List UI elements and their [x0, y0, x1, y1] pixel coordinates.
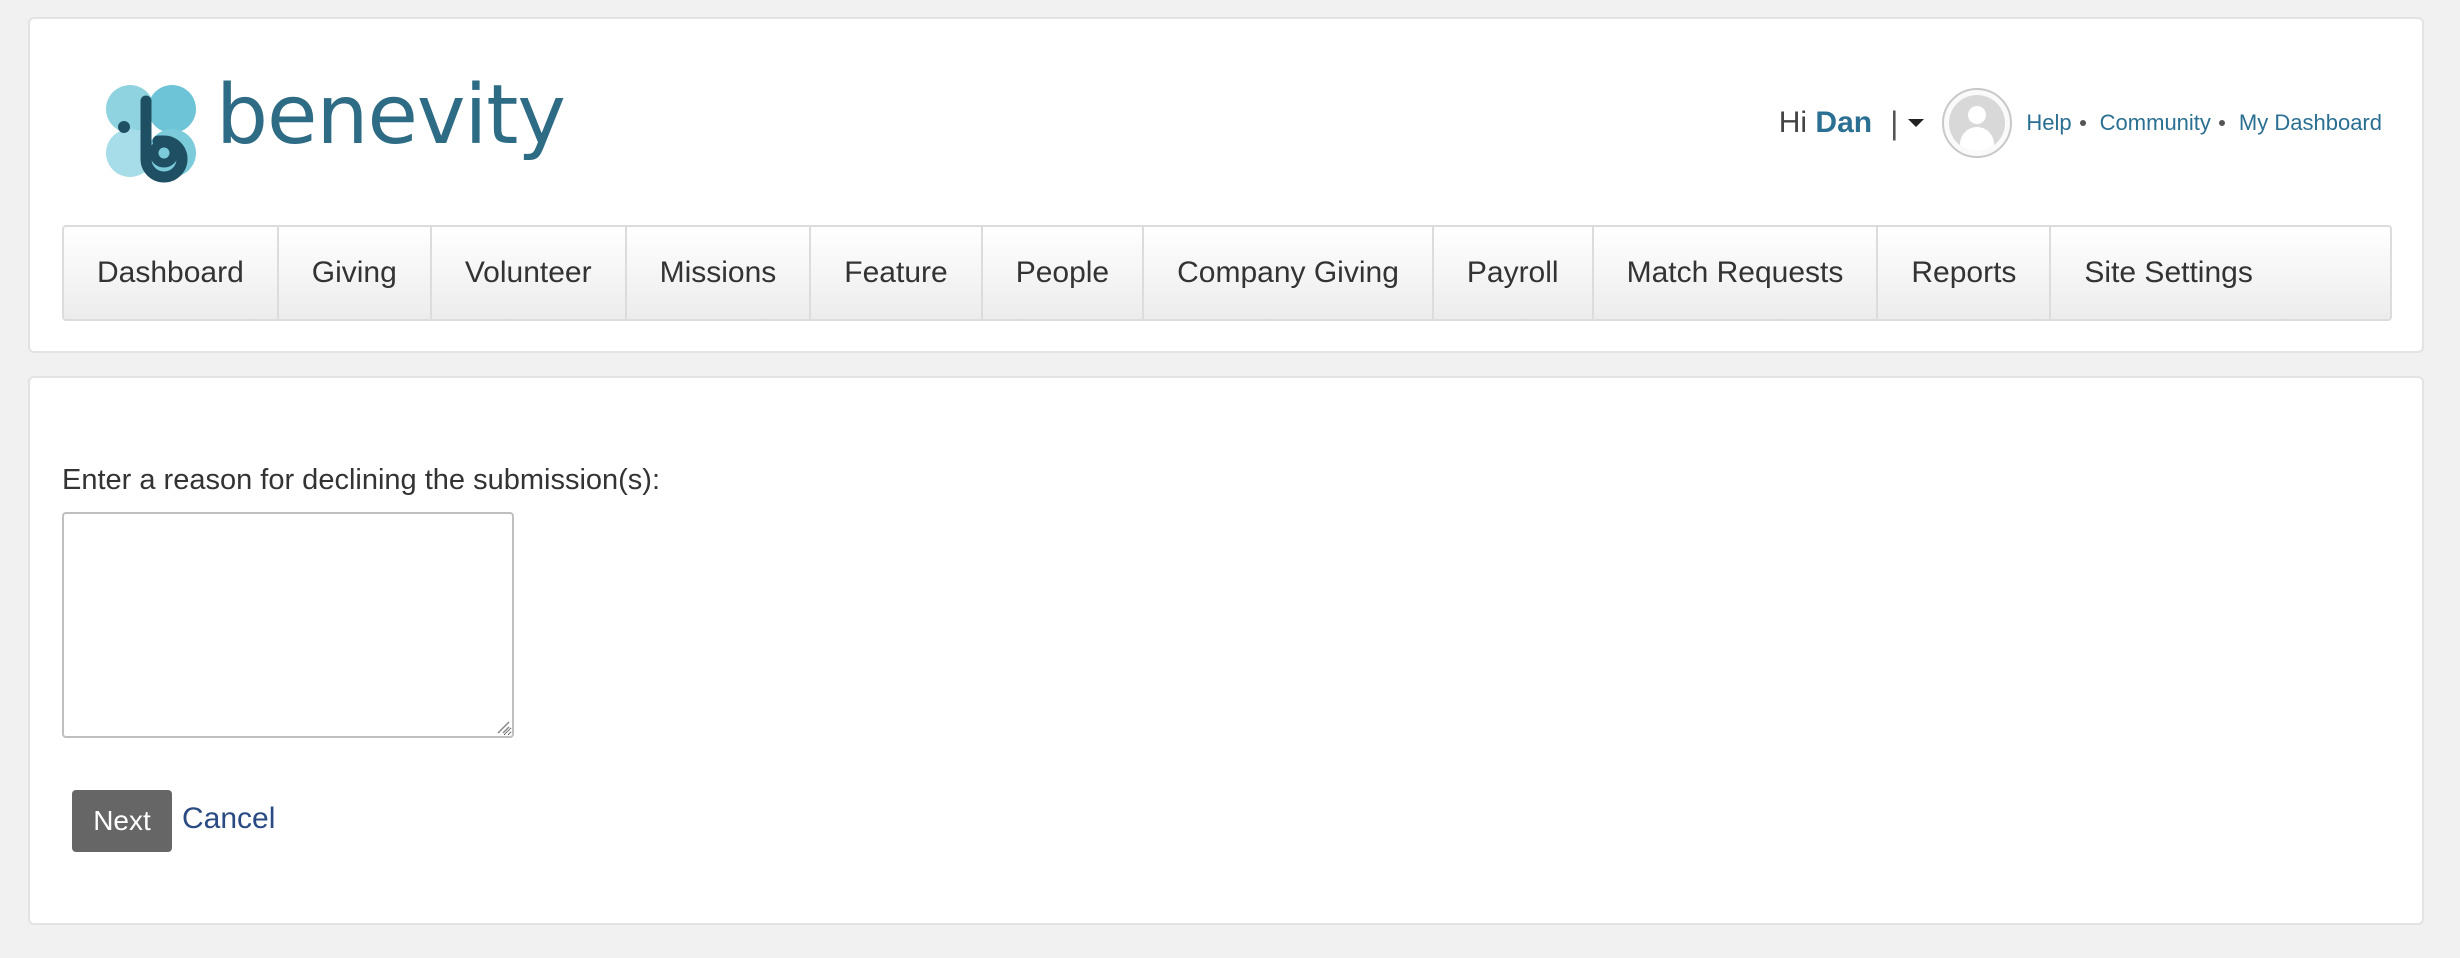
nav-item-volunteer[interactable]: Volunteer: [432, 227, 627, 319]
nav-item-feature[interactable]: Feature: [811, 227, 983, 319]
community-link[interactable]: Community: [2100, 110, 2211, 136]
cancel-link[interactable]: Cancel: [182, 802, 275, 836]
user-area: Hi Dan | Help Community My Dashboard: [1779, 83, 2382, 163]
header: benevity Hi Dan | Help Community My Dash…: [28, 17, 2424, 353]
avatar[interactable]: [1942, 88, 2013, 158]
resize-handle-icon[interactable]: [496, 720, 510, 734]
nav-item-match-requests[interactable]: Match Requests: [1594, 227, 1879, 319]
nav-item-payroll[interactable]: Payroll: [1434, 227, 1594, 319]
nav-item-site-settings[interactable]: Site Settings: [2051, 227, 2285, 319]
nav-item-giving[interactable]: Giving: [279, 227, 432, 319]
bullet-separator: [2218, 120, 2225, 126]
greeting-text: Hi: [1778, 106, 1808, 139]
my-dashboard-link[interactable]: My Dashboard: [2239, 110, 2382, 136]
next-button[interactable]: Next: [72, 790, 172, 852]
reason-label: Enter a reason for declining the submiss…: [62, 464, 661, 496]
user-name[interactable]: Dan: [1815, 106, 1872, 139]
separator: |: [1890, 104, 1899, 141]
nav-item-reports[interactable]: Reports: [1878, 227, 2052, 319]
reason-textarea[interactable]: [62, 512, 514, 738]
bullet-separator: [2079, 120, 2086, 126]
decline-form-panel: Enter a reason for declining the submiss…: [28, 376, 2424, 925]
benevity-logo[interactable]: benevity: [70, 61, 566, 191]
nav-item-dashboard[interactable]: Dashboard: [64, 227, 279, 319]
help-link[interactable]: Help: [2026, 110, 2071, 136]
top-links: Help Community My Dashboard: [2026, 110, 2382, 136]
nav-item-company-giving[interactable]: Company Giving: [1144, 227, 1434, 319]
nav-item-people[interactable]: People: [983, 227, 1145, 319]
greeting: Hi Dan: [1779, 106, 1872, 140]
user-avatar-icon: [1949, 95, 2006, 151]
nav-item-missions[interactable]: Missions: [627, 227, 812, 319]
benevity-logo-icon: [106, 85, 196, 183]
brand-name: benevity: [216, 68, 566, 163]
main-nav: Dashboard Giving Volunteer Missions Feat…: [62, 225, 2392, 321]
chevron-down-icon[interactable]: [1908, 119, 1925, 127]
